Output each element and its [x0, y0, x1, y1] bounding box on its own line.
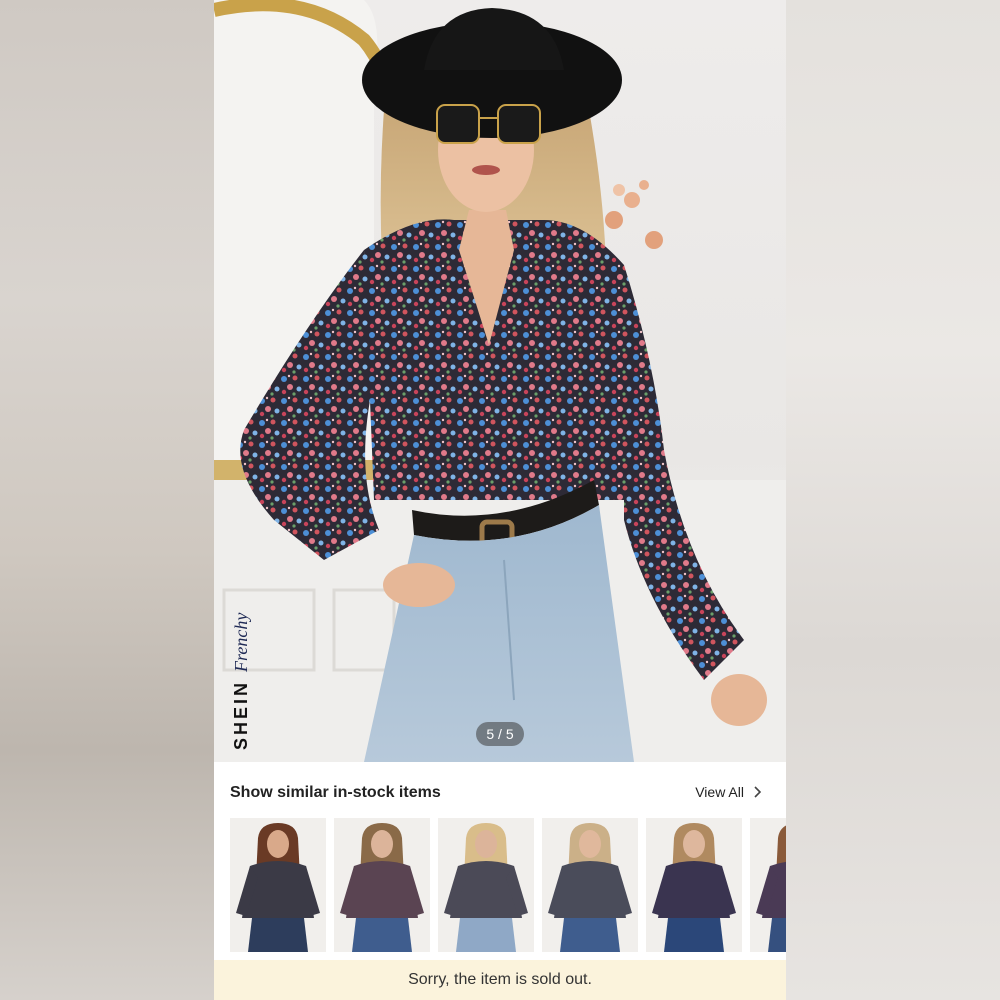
image-page-counter: 5 / 5 [476, 722, 524, 746]
similar-items-title: Show similar in-stock items [230, 784, 441, 801]
similar-items-section: Show similar in-stock items View All [214, 768, 786, 960]
similar-item-photo [334, 818, 430, 952]
background-blur-right [786, 0, 1000, 1000]
chevron-right-icon [754, 786, 762, 798]
similar-item-3[interactable] [438, 818, 534, 952]
view-all-label: View All [695, 784, 744, 800]
brand-name: SHEIN [231, 679, 251, 750]
view-all-link[interactable]: View All [695, 784, 764, 800]
similar-item-photo [230, 818, 326, 952]
similar-item-4[interactable] [542, 818, 638, 952]
product-image[interactable]: SHEIN Frenchy 5 / 5 [214, 0, 786, 762]
product-page: SHEIN Frenchy 5 / 5 Show similar in-stock… [214, 0, 786, 1000]
similar-item-2[interactable] [334, 818, 430, 952]
similar-item-photo [750, 818, 786, 952]
brand-line: Frenchy [231, 612, 251, 672]
similar-items-carousel[interactable] [230, 818, 786, 952]
brand-watermark: SHEIN Frenchy [230, 590, 258, 750]
similar-item-photo [646, 818, 742, 952]
similar-item-1[interactable] [230, 818, 326, 952]
sold-out-banner: Sorry, the item is sold out. [214, 960, 786, 1000]
similar-item-photo [542, 818, 638, 952]
similar-item-6[interactable] [750, 818, 786, 952]
background-blur-left [0, 0, 214, 1000]
product-photo-illustration [214, 0, 786, 762]
similar-item-photo [438, 818, 534, 952]
similar-item-5[interactable] [646, 818, 742, 952]
